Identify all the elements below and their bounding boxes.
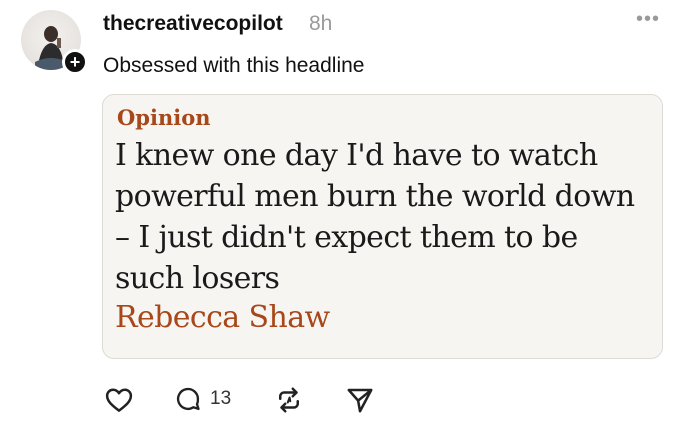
repost-icon — [279, 387, 299, 413]
comment-icon — [176, 387, 200, 411]
repost-button[interactable] — [274, 385, 304, 415]
card-author: Rebecca Shaw — [115, 300, 330, 335]
card-section-label: Opinion — [117, 105, 211, 130]
link-preview-card[interactable]: Opinion I knew one day I'd have to watch… — [102, 94, 663, 359]
author-avatar-group[interactable]: + — [21, 10, 88, 75]
reply-count: 13 — [210, 388, 232, 409]
share-button[interactable] — [345, 385, 375, 415]
like-button[interactable] — [104, 385, 134, 415]
follow-plus-icon[interactable]: + — [62, 49, 88, 75]
post-actions-bar: 13 — [102, 385, 402, 417]
more-options-icon[interactable]: ••• — [636, 8, 660, 31]
reply-button[interactable]: 13 — [174, 385, 231, 413]
heart-icon — [105, 388, 133, 412]
post-text: Obsessed with this headline — [103, 54, 365, 77]
card-headline: I knew one day I'd have to watch powerfu… — [115, 138, 635, 296]
post-timestamp: 8h — [309, 12, 333, 35]
send-icon — [347, 388, 373, 413]
username[interactable]: thecreativecopilot — [103, 12, 283, 36]
